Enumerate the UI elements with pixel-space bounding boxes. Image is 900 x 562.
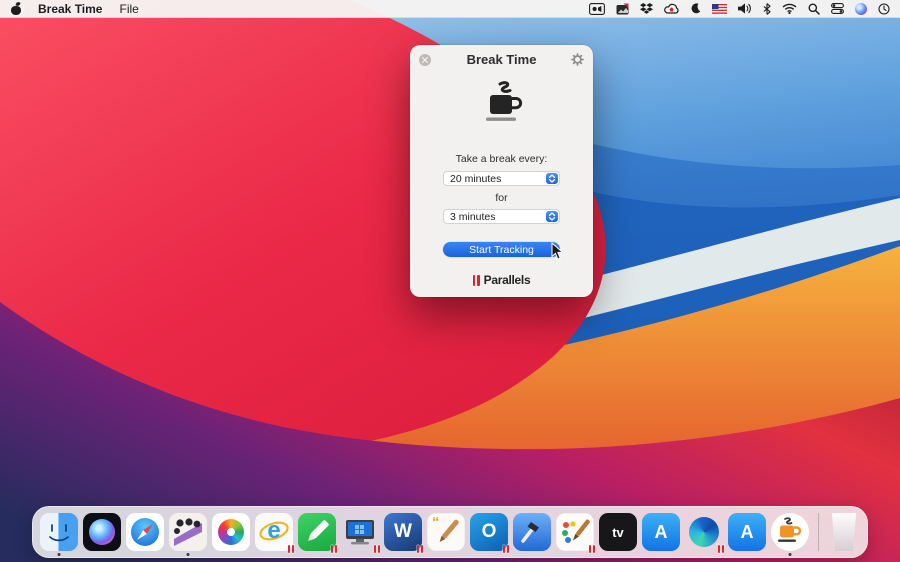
running-indicator xyxy=(789,553,792,556)
dock-safari[interactable] xyxy=(126,513,164,551)
for-label: for xyxy=(410,192,593,204)
dock-trash[interactable] xyxy=(828,513,860,551)
parallels-badge xyxy=(331,545,338,553)
break-time-window: Break Time Take a break every: 20 minute… xyxy=(410,45,593,297)
interval-select-value: 20 minutes xyxy=(450,173,501,185)
dock-edge[interactable] xyxy=(685,513,723,551)
spotlight-search-icon[interactable] xyxy=(808,0,820,17)
menu-file[interactable]: File xyxy=(119,2,138,16)
running-indicator xyxy=(58,553,61,556)
siri-icon[interactable] xyxy=(855,0,867,17)
dock-internet-explorer[interactable]: e xyxy=(255,513,293,551)
interval-label: Take a break every: xyxy=(410,153,593,165)
window-title: Break Time xyxy=(410,52,593,67)
parallels-badge xyxy=(589,545,596,553)
menu-bar: Break Time File xyxy=(0,0,900,18)
do-not-disturb-moon-icon[interactable] xyxy=(690,0,701,17)
dock-word[interactable]: W xyxy=(384,513,422,551)
parallels-badge xyxy=(288,545,295,553)
bluetooth-icon[interactable] xyxy=(763,0,771,17)
parallels-screenshot-icon[interactable] xyxy=(616,0,629,17)
dock-app-store[interactable]: A xyxy=(642,513,680,551)
parallels-badge xyxy=(503,545,510,553)
chevron-up-down-icon xyxy=(546,211,558,222)
dock-outlook[interactable]: O xyxy=(470,513,508,551)
dock-pages[interactable]: “ xyxy=(427,513,465,551)
dock-paint[interactable] xyxy=(556,513,594,551)
duration-select-value: 3 minutes xyxy=(450,211,496,223)
parallels-badge xyxy=(374,545,381,553)
interval-select[interactable]: 20 minutes xyxy=(443,171,560,186)
dropbox-icon[interactable] xyxy=(640,0,653,17)
dock-siri[interactable] xyxy=(83,513,121,551)
volume-icon[interactable] xyxy=(738,0,752,17)
control-center-icon[interactable] xyxy=(831,0,844,17)
coffee-cup-icon xyxy=(475,81,529,136)
dock-photo-booth[interactable] xyxy=(169,513,207,551)
parallels-logo-text: Parallels xyxy=(484,273,531,287)
parallels-logo: Parallels xyxy=(410,273,593,287)
mouse-cursor xyxy=(551,242,564,266)
start-tracking-button[interactable]: Start Tracking xyxy=(443,242,560,257)
dock: e W “ O tv xyxy=(32,506,868,558)
chevron-up-down-icon xyxy=(546,173,558,184)
dock-finder[interactable] xyxy=(40,513,78,551)
parallels-bars-icon xyxy=(473,275,480,286)
dock-green-pencil-app[interactable] xyxy=(298,513,336,551)
dock-windows-computer[interactable] xyxy=(341,513,379,551)
dock-separator xyxy=(818,513,819,551)
parallels-badge xyxy=(718,545,725,553)
dock-photos[interactable] xyxy=(212,513,250,551)
apple-menu-icon[interactable] xyxy=(10,2,23,16)
settings-gear-icon[interactable] xyxy=(571,53,584,66)
input-source-us-flag-icon[interactable] xyxy=(712,0,727,17)
parallels-access-cloud-icon[interactable] xyxy=(664,0,679,17)
screen-recording-icon[interactable] xyxy=(589,0,605,17)
clock-icon[interactable] xyxy=(878,0,890,17)
dock-xcode[interactable] xyxy=(513,513,551,551)
app-menu-break-time[interactable]: Break Time xyxy=(38,2,102,16)
wifi-icon[interactable] xyxy=(782,0,797,17)
dock-apple-tv[interactable]: tv xyxy=(599,513,637,551)
dock-app-store-2[interactable]: A xyxy=(728,513,766,551)
duration-select[interactable]: 3 minutes xyxy=(443,209,560,224)
running-indicator xyxy=(187,553,190,556)
desktop: Break Time File xyxy=(0,0,900,562)
dock-break-time[interactable] xyxy=(771,513,809,551)
parallels-badge xyxy=(417,545,424,553)
